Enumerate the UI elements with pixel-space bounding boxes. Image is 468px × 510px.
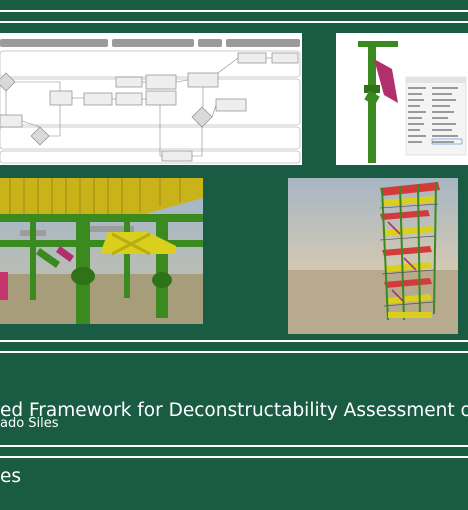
flowchart-svg [0,39,301,164]
structure-closeup-svg [0,178,203,324]
decision-diamond [191,106,213,128]
connection-model-svg [358,41,467,163]
cap-plate [358,41,398,47]
property-row [408,111,426,113]
property-row [432,105,450,107]
process-box [145,74,177,90]
background-sky [288,178,458,270]
property-panel-header [406,77,466,83]
process-box [237,52,267,64]
connector [217,57,239,74]
process-box [215,98,247,112]
connector [211,104,217,118]
lane-header [198,39,222,47]
base-plate [152,272,172,288]
top-rule-lower [0,21,468,23]
joint-plate [364,85,380,93]
decision-diamonds [0,72,213,146]
property-row [432,93,452,95]
property-row [432,111,454,113]
property-row [432,129,452,131]
presentation-title: ed Framework for Deconstructability Asse… [0,356,468,510]
property-row [408,93,422,95]
connector [192,127,203,157]
property-row [432,123,456,125]
property-row [408,141,422,143]
connector [21,120,41,128]
process-box [115,76,143,88]
multi-storey-frame-render [288,178,458,334]
process-boxes [0,52,299,162]
column-member [156,218,168,318]
column-member [124,218,130,298]
lane-header [0,39,108,47]
bottom-rule-lower [0,456,468,458]
process-box [49,90,73,106]
property-row [408,135,426,137]
base-plate [71,267,95,285]
connector [175,79,189,83]
lanes [0,50,301,164]
bottom-rule [0,445,468,447]
process-box [145,90,177,106]
process-box [0,114,23,128]
lane-headers [0,39,300,47]
magenta-panel [0,272,8,300]
process-box [115,92,143,106]
property-row [432,141,454,143]
lane-header [112,39,194,47]
connector [49,105,61,137]
decision-diamond [0,72,16,92]
process-box [271,52,299,64]
process-box [83,92,113,106]
divider-rule [0,340,468,342]
multi-storey-frame-svg [288,178,458,334]
title-line-2: es [0,466,22,487]
decision-diamond [30,126,50,146]
process-flowchart [0,33,302,165]
connector [15,81,61,91]
property-row [408,129,420,131]
property-row [432,135,458,137]
property-row [408,117,422,119]
property-row [432,117,448,119]
property-row [432,87,458,89]
top-rule [0,10,468,12]
process-box [161,150,193,162]
property-row [408,105,420,107]
lane-header [226,39,300,47]
property-row [408,99,424,101]
lane [0,150,301,164]
structure-closeup-render [0,178,203,324]
ground-deck [388,312,432,318]
column-member [30,218,36,300]
property-row [408,123,424,125]
property-row [408,87,426,89]
divider-rule-lower [0,351,468,353]
connection-model-panel [336,33,468,165]
author-name: ado Siles [0,416,59,431]
connector [159,105,162,157]
process-box [187,72,219,88]
property-row [432,99,456,101]
